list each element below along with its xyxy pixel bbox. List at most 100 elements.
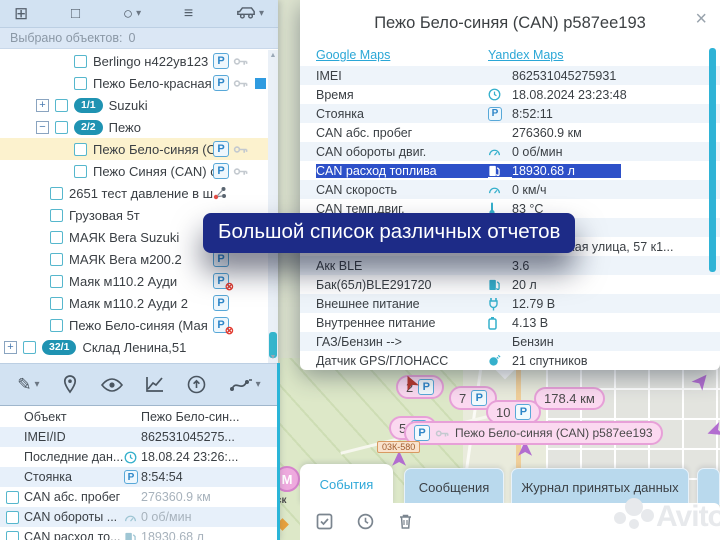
- detail-label: Время: [300, 88, 488, 102]
- tree-item[interactable]: 2651 тест давление в ш: [0, 182, 268, 204]
- detail-value: 4.13 В: [512, 316, 548, 330]
- map-distance-pill[interactable]: 178.4 км: [534, 387, 605, 410]
- expand-icon[interactable]: +: [36, 99, 49, 112]
- list-icon[interactable]: ≡: [184, 5, 193, 22]
- popup-scrollbar[interactable]: [709, 48, 716, 272]
- detail-row: ГАЗ/Бензин --> Бензин: [300, 332, 720, 351]
- detail-label: Датчик GPS/ГЛОНАСС: [300, 354, 488, 368]
- chevron-down-icon[interactable]: ▾: [35, 379, 40, 390]
- checkbox[interactable]: [55, 99, 68, 112]
- group-count-badge: 1/1: [74, 98, 103, 113]
- detail-label: Акк BLE: [300, 259, 488, 273]
- tree-item[interactable]: Berlingo н422ув123 P: [0, 50, 268, 72]
- parking-badge: P: [213, 295, 229, 311]
- gauge-icon: [124, 512, 141, 523]
- tree-item[interactable]: Маяк м110.2 Ауди P⊗: [0, 270, 268, 292]
- tab-messages[interactable]: Сообщения: [404, 468, 504, 505]
- location-pin-icon[interactable]: [62, 375, 78, 394]
- info-row: CAN обороты ... 0 об/мин: [0, 507, 278, 527]
- map-links-row: Google Maps Yandex Maps: [300, 44, 720, 66]
- info-label: CAN обороты ...: [24, 510, 124, 524]
- detail-row-selected[interactable]: CAN расход топлива 18930.68 л: [300, 161, 720, 180]
- info-label: Последние дан...: [24, 450, 124, 464]
- yandex-maps-link[interactable]: Yandex Maps: [488, 48, 564, 62]
- tab-events[interactable]: События: [300, 464, 393, 505]
- info-label: Объект: [24, 410, 124, 424]
- info-row: CAN расход то... 18930.68 л: [0, 527, 278, 540]
- add-group-icon[interactable]: ⊞: [14, 5, 28, 22]
- parking-disabled-badge: P⊗: [213, 317, 229, 333]
- checkbox[interactable]: [50, 187, 63, 200]
- detail-label: Стоянка: [300, 107, 488, 121]
- tree-item-label: МАЯК Вега Suzuki: [69, 230, 179, 245]
- tree-group[interactable]: + 32/1 Склад Ленина,51: [0, 336, 268, 358]
- chevron-down-icon[interactable]: ▾: [136, 8, 141, 19]
- checkbox[interactable]: [50, 275, 63, 288]
- checkbox[interactable]: [23, 341, 36, 354]
- tree-item[interactable]: Пежо Синяя (CAN) с P: [0, 160, 268, 182]
- tree-group[interactable]: + 1/1 Suzuki: [0, 94, 268, 116]
- route-tool[interactable]: ▾: [229, 377, 261, 393]
- info-row: Стоянка P 8:54:54: [0, 467, 278, 487]
- checkbox[interactable]: [6, 491, 19, 504]
- tree-group[interactable]: − 2/2 Пежо: [0, 116, 268, 138]
- checkbox[interactable]: [74, 77, 87, 90]
- expand-icon[interactable]: +: [4, 341, 17, 354]
- scroll-up-icon[interactable]: ▲: [268, 52, 278, 59]
- cluster-count: 7: [459, 391, 466, 406]
- chevron-down-icon[interactable]: ▾: [259, 8, 264, 19]
- detail-row: Внутреннее питание 4.13 В: [300, 313, 720, 332]
- close-icon[interactable]: ×: [695, 8, 707, 31]
- checkbox[interactable]: [50, 209, 63, 222]
- track-color-swatch: [255, 78, 266, 89]
- checkbox[interactable]: [50, 297, 63, 310]
- info-value: 862531045275...: [141, 430, 235, 444]
- edit-tool[interactable]: ✎ ▾: [17, 375, 39, 395]
- fuel-icon: [488, 278, 512, 291]
- checkbox[interactable]: [50, 319, 63, 332]
- checkbox[interactable]: [74, 165, 87, 178]
- radius-tool[interactable]: ○ ▾: [123, 5, 141, 22]
- detail-label: CAN обороты двиг.: [300, 145, 488, 159]
- chart-icon[interactable]: [145, 376, 164, 393]
- info-row: CAN абс. пробег 276360.9 км: [0, 487, 278, 507]
- checkbox[interactable]: [74, 143, 87, 156]
- checkbox[interactable]: [50, 231, 63, 244]
- tree-item-label: Маяк м110.2 Ауди 2: [69, 296, 188, 311]
- tree-item-selected[interactable]: Пежо Бело-синяя (С P: [0, 138, 268, 160]
- chevron-down-icon[interactable]: ▾: [256, 379, 261, 390]
- eye-icon[interactable]: [101, 378, 123, 392]
- detail-value: 276360.9 км: [512, 126, 582, 140]
- info-value: 18.08.24 23:26:...: [141, 450, 238, 464]
- fuel-icon: [124, 531, 141, 540]
- collapse-icon[interactable]: −: [36, 121, 49, 134]
- tree-item[interactable]: Пежо Бело-синяя (Мая P⊗: [0, 314, 268, 336]
- vehicle-filter[interactable]: ▾: [236, 5, 264, 22]
- scroll-down-icon[interactable]: ▼: [268, 354, 278, 361]
- avito-text: Avito: [656, 500, 720, 534]
- trash-icon[interactable]: [398, 513, 413, 530]
- tree-item-label: 2651 тест давление в ш: [69, 186, 213, 201]
- parking-badge: P: [213, 163, 229, 179]
- map-object-pill[interactable]: P Пежо Бело-синяя (CAN) p587ee193: [404, 421, 663, 445]
- select-all-checkbox-icon[interactable]: [316, 513, 333, 530]
- history-clock-icon[interactable]: [357, 513, 374, 530]
- tree-scrollbar[interactable]: ▲ ▼: [268, 50, 278, 363]
- tree-item[interactable]: Маяк м110.2 Ауди 2 P: [0, 292, 268, 314]
- checkbox[interactable]: [55, 121, 68, 134]
- detail-value: 0 об/мин: [512, 145, 563, 159]
- tree-item-label: Пежо Бело-синяя (С: [93, 142, 216, 157]
- tree-item[interactable]: Пежо Бело-красная P: [0, 72, 268, 94]
- plug-icon: [488, 297, 512, 311]
- checkbox[interactable]: [50, 253, 63, 266]
- tab-label: Сообщения: [419, 480, 490, 495]
- select-area-icon[interactable]: □: [71, 5, 80, 22]
- tree-item-label: Пежо Синяя (CAN) с: [93, 164, 217, 179]
- popup-title: Пежо Бело-синяя (CAN) p587ee193: [300, 0, 720, 44]
- checkbox[interactable]: [6, 511, 19, 524]
- checkbox[interactable]: [74, 55, 87, 68]
- cluster-count: 10: [496, 405, 510, 420]
- checkbox[interactable]: [6, 531, 19, 540]
- send-up-icon[interactable]: [187, 375, 206, 394]
- google-maps-link[interactable]: Google Maps: [316, 48, 488, 62]
